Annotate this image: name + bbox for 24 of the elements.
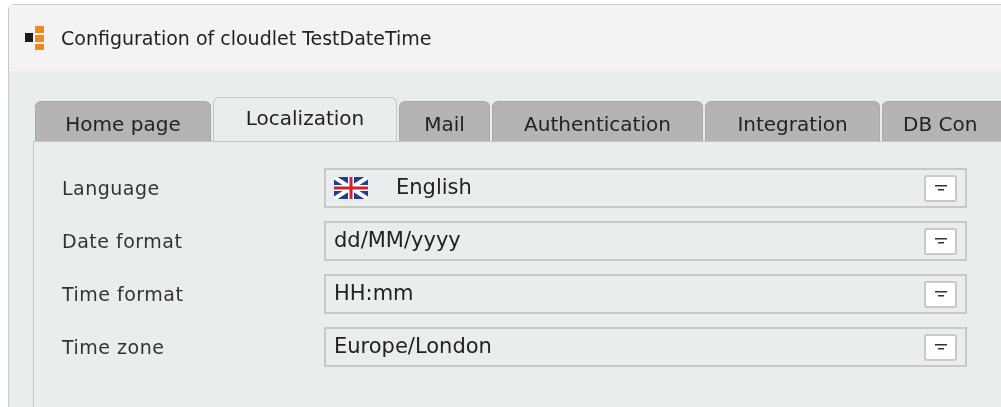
field-label: Language (61, 175, 161, 201)
field-label: Time zone (61, 334, 166, 360)
dropdown-field[interactable]: English (324, 168, 967, 208)
field-label: Date format (61, 228, 184, 254)
dropdown-button[interactable] (924, 227, 957, 255)
caret-icon (934, 291, 947, 297)
flag-icon (334, 177, 368, 199)
dropdown-field[interactable]: Europe/London (324, 327, 967, 367)
dropdown-field[interactable]: HH:mm (324, 274, 967, 314)
caret-icon (934, 344, 947, 350)
tab[interactable]: Localization (213, 97, 397, 141)
field-label: Time format (61, 281, 185, 307)
tab[interactable]: DB Con (882, 101, 1001, 141)
window-title: Configuration of cloudlet TestDateTime (61, 25, 432, 51)
dropdown-button[interactable] (924, 174, 957, 202)
tab[interactable]: Integration (705, 101, 880, 141)
caret-icon (934, 185, 947, 191)
dropdown-field[interactable]: dd/MM/yyyy (324, 221, 967, 261)
tab[interactable]: Authentication (492, 101, 703, 141)
tab[interactable]: Home page (35, 101, 211, 141)
tab[interactable]: Mail (399, 101, 490, 141)
caret-icon (934, 238, 947, 244)
dropdown-button[interactable] (924, 280, 957, 308)
dropdown-button[interactable] (924, 333, 957, 361)
